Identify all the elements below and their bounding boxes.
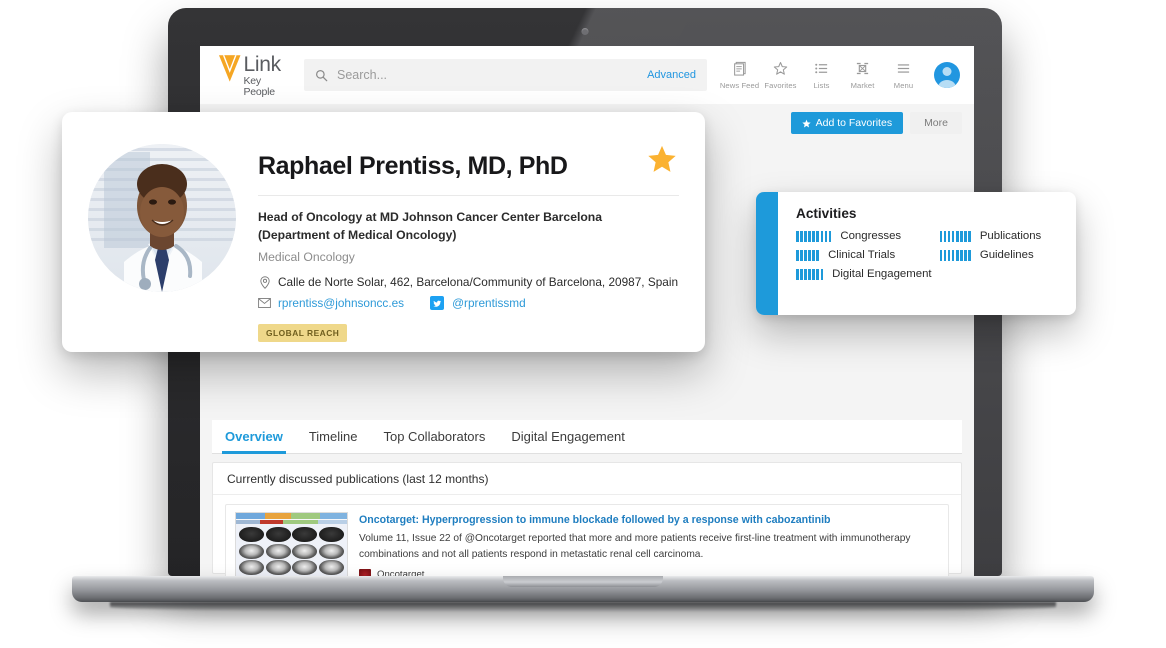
activity-meter [796, 249, 820, 261]
list-icon [814, 61, 829, 77]
activity-item-guidelines[interactable]: Guidelines [939, 249, 1060, 261]
star-filled-icon[interactable] [647, 144, 677, 174]
mail-icon [258, 297, 271, 310]
profile-twitter-handle[interactable]: @rprentissmd [452, 296, 526, 310]
activity-label-digital-engagement: Digital Engagement [832, 268, 932, 280]
publication-description: Volume 11, Issue 22 of @Oncotarget repor… [359, 533, 911, 560]
search-input[interactable] [337, 68, 648, 82]
scan-grid [236, 524, 347, 579]
laptop-base [72, 576, 1094, 602]
activity-meter [939, 230, 971, 242]
nav-label-favorites: Favorites [764, 80, 797, 90]
profile-portrait-avatar [88, 144, 236, 292]
news-feed-icon [732, 61, 747, 77]
twitter-icon[interactable] [430, 296, 445, 311]
profile-specialty: Medical Oncology [258, 250, 355, 265]
thumb-color-bar [236, 513, 347, 519]
star-filled-icon [801, 119, 811, 128]
publications-panel: Currently discussed publications (last 1… [212, 462, 962, 579]
activity-meter [796, 230, 832, 242]
activity-meter [796, 268, 824, 280]
app-logo[interactable]: Link Key People [218, 53, 294, 97]
activities-content: Activities Congresses Publications Clini… [778, 192, 1076, 315]
tab-overview[interactable]: Overview [212, 429, 296, 454]
nav-label-market: Market [850, 80, 875, 90]
profile-role-line2: (Department of Medical Oncology) [258, 227, 457, 242]
doctor-photo [88, 144, 236, 292]
activity-item-publications[interactable]: Publications [939, 230, 1060, 242]
profile-contacts-row: rprentiss@johnsoncc.es @rprentissmd [258, 296, 679, 311]
logo-sub-text: Key People [243, 75, 275, 98]
nav-label-news-feed: News Feed [719, 80, 760, 90]
tab-timeline[interactable]: Timeline [296, 429, 371, 453]
add-to-favorites-label: Add to Favorites [815, 117, 893, 129]
page-title: Raphael Prentiss, MD, PhD [258, 152, 679, 196]
profile-address-row: Calle de Norte Solar, 462, Barcelona/Com… [258, 275, 679, 289]
profile-role-line1: Head of Oncology at MD Johnson Cancer Ce… [258, 210, 603, 224]
hamburger-menu-icon [896, 61, 911, 77]
thumb-color-bar-2 [236, 520, 347, 524]
tab-digital-engagement[interactable]: Digital Engagement [498, 429, 637, 453]
nav-item-favorites[interactable]: Favorites [760, 61, 801, 90]
logo-main-text: Link [243, 53, 281, 76]
top-nav: News Feed Favorites Lists Market Menu [719, 61, 960, 90]
activities-card: Activities Congresses Publications Clini… [756, 192, 1076, 315]
activities-grid: Congresses Publications Clinical Trials … [796, 230, 1060, 280]
nav-item-market[interactable]: Market [842, 61, 883, 90]
activity-item-digital-engagement[interactable]: Digital Engagement [796, 268, 932, 280]
more-button[interactable]: More [910, 112, 962, 134]
publication-card[interactable]: Oncotarget: Hyperprogression to immune b… [225, 504, 949, 579]
activities-accent-bar [756, 192, 778, 315]
nav-label-lists: Lists [813, 80, 830, 90]
nav-item-menu[interactable]: Menu [883, 61, 924, 90]
location-pin-icon [258, 276, 271, 289]
publication-body: Oncotarget: Hyperprogression to immune b… [359, 512, 939, 579]
nav-item-news-feed[interactable]: News Feed [719, 61, 760, 90]
nav-label-menu: Menu [893, 80, 914, 90]
profile-actions: Add to Favorites More [790, 112, 962, 134]
profile-email-link[interactable]: rprentiss@johnsoncc.es [278, 296, 404, 310]
activity-label-clinical-trials: Clinical Trials [828, 249, 896, 261]
laptop-shadow [110, 602, 1056, 612]
profile-tabs: Overview Timeline Top Collaborators Digi… [212, 420, 962, 454]
webcam-icon [581, 28, 589, 35]
activity-item-congresses[interactable]: Congresses [796, 230, 932, 242]
profile-role: Head of Oncology at MD Johnson Cancer Ce… [258, 209, 679, 244]
activity-label-publications: Publications [979, 230, 1042, 242]
profile-card: Raphael Prentiss, MD, PhD Head of Oncolo… [62, 112, 705, 352]
profile-details: Raphael Prentiss, MD, PhD Head of Oncolo… [258, 134, 679, 352]
activity-label-congresses: Congresses [840, 230, 902, 242]
nav-item-lists[interactable]: Lists [801, 61, 842, 90]
status-badge: GLOBAL REACH [258, 324, 348, 343]
activity-item-clinical-trials[interactable]: Clinical Trials [796, 249, 932, 261]
activity-meter [939, 249, 971, 261]
search-icon [316, 69, 328, 81]
search-bar[interactable]: Advanced [304, 59, 707, 91]
screenshot-stage: Link Key People Advanced [0, 0, 1166, 648]
publication-title-link[interactable]: Oncotarget: Hyperprogression to immune b… [359, 513, 939, 527]
activities-title: Activities [796, 206, 857, 221]
tab-top-collaborators[interactable]: Top Collaborators [370, 429, 498, 453]
advanced-search-link[interactable]: Advanced [647, 69, 696, 81]
activity-label-guidelines: Guidelines [979, 249, 1034, 261]
logo-v-icon [218, 55, 241, 82]
star-outline-icon [773, 61, 788, 77]
market-grid-icon [855, 61, 870, 77]
ct-scan-grid-image [235, 512, 348, 579]
user-avatar-icon[interactable] [934, 62, 960, 88]
panel-heading: Currently discussed publications (last 1… [213, 463, 961, 495]
add-to-favorites-button[interactable]: Add to Favorites [790, 112, 904, 134]
app-header: Link Key People Advanced [200, 46, 974, 104]
profile-address: Calle de Norte Solar, 462, Barcelona/Com… [278, 275, 679, 290]
laptop-base-notch [503, 576, 663, 587]
